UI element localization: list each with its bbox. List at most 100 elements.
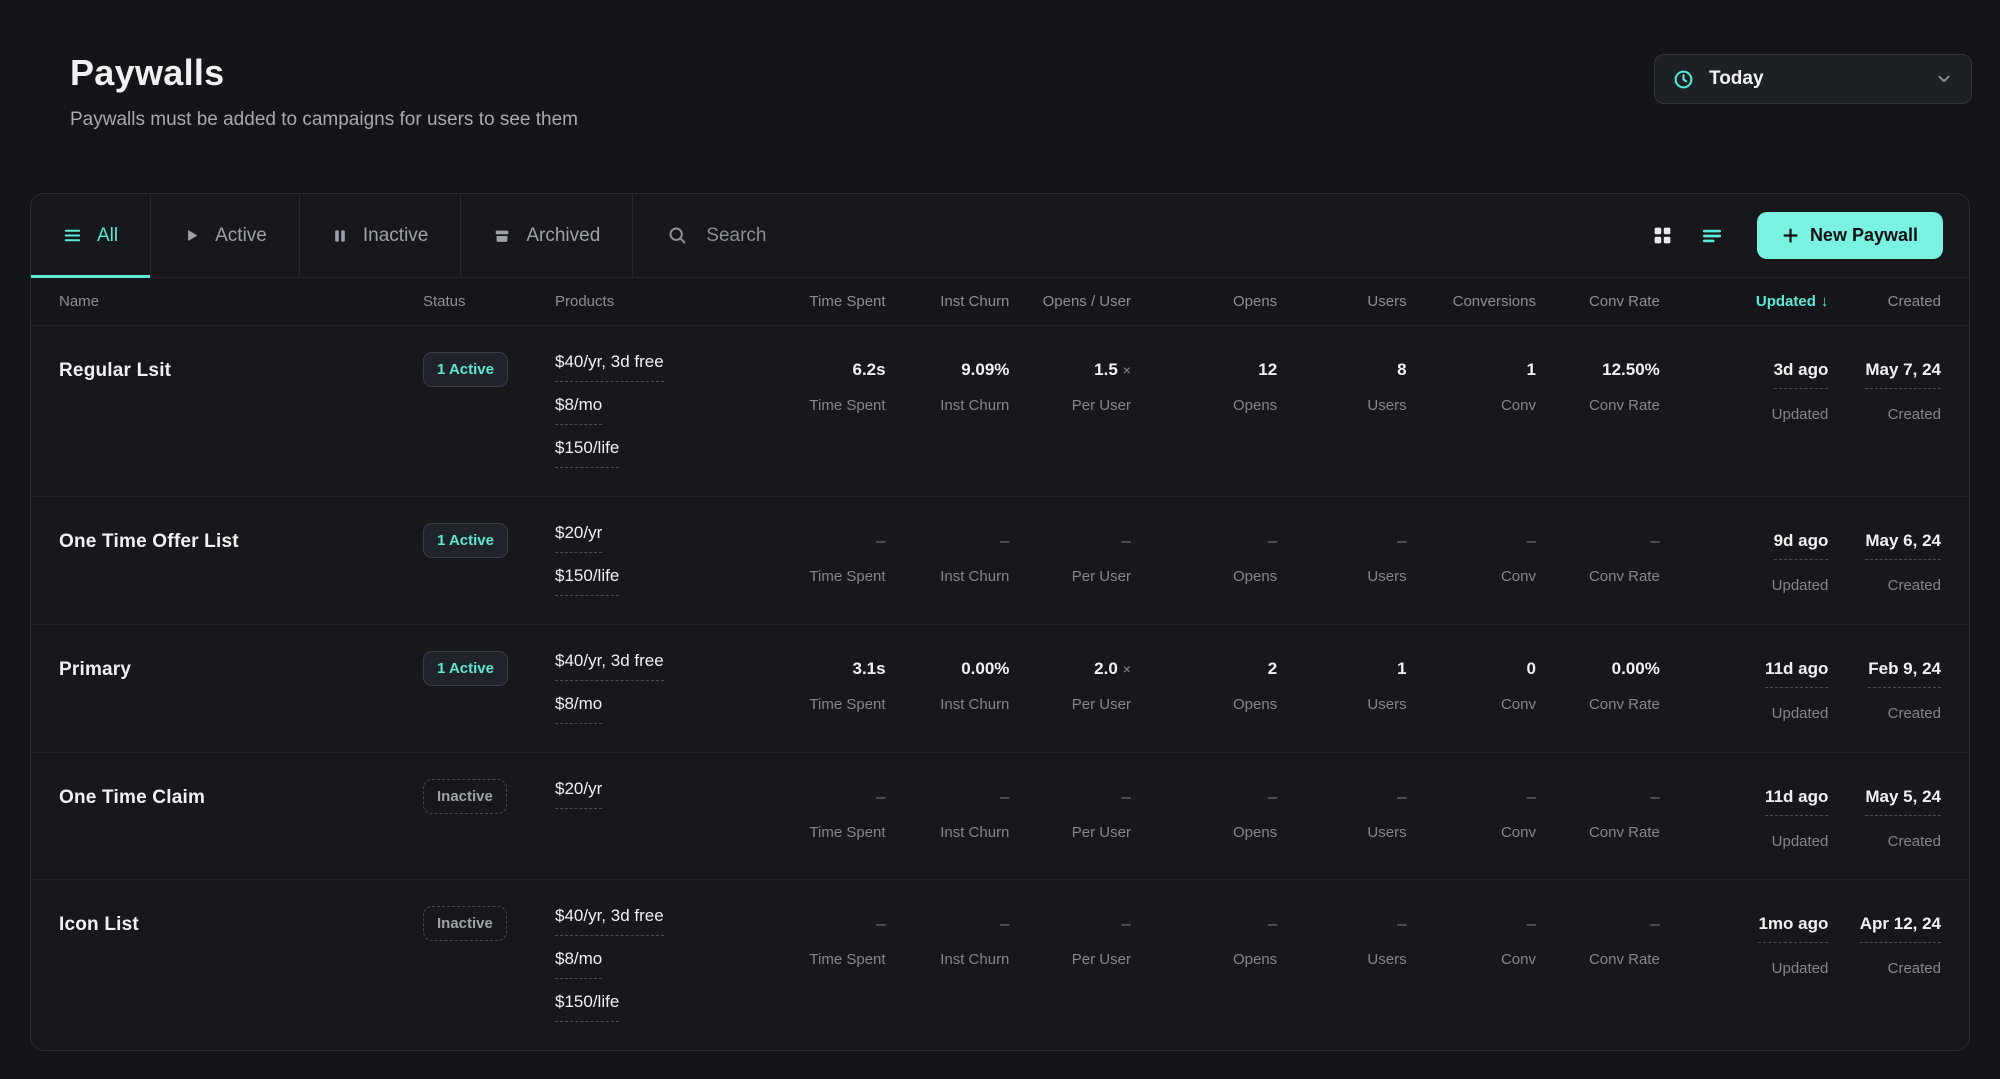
metric-conv_rate: 12.50%Conv Rate bbox=[1548, 352, 1660, 414]
tab-all[interactable]: All bbox=[31, 194, 151, 277]
clock-icon bbox=[1673, 69, 1694, 90]
product-price[interactable]: $8/mo bbox=[555, 395, 745, 425]
col-header-inst-churn[interactable]: Inst Churn bbox=[898, 293, 1010, 310]
created-value[interactable]: May 6, 24 bbox=[1865, 531, 1941, 560]
page-heading-block: Paywalls Paywalls must be added to campa… bbox=[70, 52, 578, 131]
product-price[interactable]: $150/life bbox=[555, 566, 745, 596]
metric-value: 1 bbox=[1289, 651, 1406, 679]
table-row[interactable]: One Time Offer List1 Active$20/yr$150/li… bbox=[31, 497, 1969, 625]
metric-value: – bbox=[1289, 523, 1406, 551]
product-price[interactable]: $150/life bbox=[555, 992, 745, 1022]
metric-label: Users bbox=[1289, 397, 1406, 414]
col-header-opens[interactable]: Opens bbox=[1143, 293, 1277, 310]
col-header-users[interactable]: Users bbox=[1289, 293, 1406, 310]
tab-archived[interactable]: Archived bbox=[461, 194, 633, 277]
updated-value[interactable]: 9d ago bbox=[1774, 531, 1829, 560]
metric-value: – bbox=[757, 523, 886, 551]
metric-time_spent: 3.1sTime Spent bbox=[757, 651, 886, 713]
tab-label: Archived bbox=[526, 225, 600, 247]
metric-per_user: –Per User bbox=[1021, 906, 1131, 968]
metric-updated: 9d agoUpdated bbox=[1672, 523, 1829, 594]
metric-per_user: –Per User bbox=[1021, 779, 1131, 841]
metric-created: May 6, 24 Created bbox=[1840, 523, 1941, 594]
created-value[interactable]: Apr 12, 24 bbox=[1860, 914, 1941, 943]
created-value[interactable]: May 7, 24 bbox=[1865, 360, 1941, 389]
tab-active[interactable]: Active bbox=[151, 194, 300, 277]
chevron-down-icon bbox=[1935, 70, 1953, 88]
col-header-updated[interactable]: Updated↓ bbox=[1672, 293, 1829, 310]
metric-created: Apr 12, 24 Created bbox=[1840, 906, 1941, 977]
metric-time_spent: –Time Spent bbox=[757, 523, 886, 585]
metric-conv: – Conv bbox=[1419, 523, 1536, 585]
updated-value[interactable]: 11d ago bbox=[1765, 787, 1828, 816]
date-filter-dropdown[interactable]: Today bbox=[1654, 54, 1972, 104]
product-price[interactable]: $8/mo bbox=[555, 694, 745, 724]
metric-inst_churn: –Inst Churn bbox=[898, 906, 1010, 968]
metric-inst_churn: –Inst Churn bbox=[898, 779, 1010, 841]
metric-value: 3.1s bbox=[757, 651, 886, 679]
col-header-conv-rate[interactable]: Conv Rate bbox=[1548, 293, 1660, 310]
col-header-status[interactable]: Status bbox=[423, 293, 543, 310]
metric-conv: 1Conv bbox=[1419, 352, 1536, 414]
product-price[interactable]: $40/yr, 3d free bbox=[555, 352, 745, 382]
col-header-name[interactable]: Name bbox=[59, 293, 411, 310]
metric-inst_churn: –Inst Churn bbox=[898, 523, 1010, 585]
metric-label: Per User bbox=[1021, 696, 1131, 713]
col-header-conversions[interactable]: Conversions bbox=[1419, 293, 1536, 310]
metric-users: –Users bbox=[1289, 523, 1406, 585]
metric-label: Created bbox=[1840, 705, 1941, 722]
table-row[interactable]: One Time ClaimInactive$20/yr–Time Spent–… bbox=[31, 753, 1969, 880]
metric-label: Created bbox=[1840, 960, 1941, 977]
status-badge: 1 Active bbox=[423, 523, 508, 558]
created-value[interactable]: Feb 9, 24 bbox=[1868, 659, 1941, 688]
table-row[interactable]: Icon ListInactive$40/yr, 3d free$8/mo$15… bbox=[31, 880, 1969, 1050]
metric-label: Per User bbox=[1021, 397, 1131, 414]
metric-users: 8Users bbox=[1289, 352, 1406, 414]
metric-users: –Users bbox=[1289, 906, 1406, 968]
metric-label: Time Spent bbox=[757, 951, 886, 968]
status-badge: Inactive bbox=[423, 906, 507, 941]
product-price[interactable]: $20/yr bbox=[555, 523, 745, 553]
product-price[interactable]: $40/yr, 3d free bbox=[555, 906, 745, 936]
metric-value: – bbox=[1419, 779, 1536, 807]
col-header-opens-user[interactable]: Opens / User bbox=[1021, 293, 1131, 310]
table-row[interactable]: Primary1 Active$40/yr, 3d free$8/mo3.1sT… bbox=[31, 625, 1969, 753]
metric-label: Updated bbox=[1672, 833, 1829, 850]
col-header-created[interactable]: Created bbox=[1840, 293, 1941, 310]
created-value[interactable]: May 5, 24 bbox=[1865, 787, 1941, 816]
metric-label: Inst Churn bbox=[898, 568, 1010, 585]
metric-label: Conv bbox=[1419, 568, 1536, 585]
metric-value: – bbox=[1548, 779, 1660, 807]
col-header-products[interactable]: Products bbox=[555, 293, 745, 310]
table-row[interactable]: Regular Lsit1 Active$40/yr, 3d free$8/mo… bbox=[31, 326, 1969, 497]
col-header-time-spent[interactable]: Time Spent bbox=[757, 293, 886, 310]
metric-value: – bbox=[1548, 906, 1660, 934]
product-price[interactable]: $20/yr bbox=[555, 779, 745, 809]
metric-value: – bbox=[1419, 523, 1536, 551]
metric-label: Conv Rate bbox=[1548, 568, 1660, 585]
play-icon bbox=[183, 227, 200, 244]
new-paywall-button[interactable]: New Paywall bbox=[1757, 212, 1943, 259]
metric-opens: –Opens bbox=[1143, 779, 1277, 841]
metric-per_user: 1.5×Per User bbox=[1021, 352, 1131, 414]
tab-inactive[interactable]: Inactive bbox=[300, 194, 461, 277]
metric-updated: 3d agoUpdated bbox=[1672, 352, 1829, 423]
metric-label: Per User bbox=[1021, 824, 1131, 841]
metric-label: Created bbox=[1840, 577, 1941, 594]
list-view-icon[interactable] bbox=[1701, 225, 1723, 247]
products-list: $40/yr, 3d free $8/mo $150/life bbox=[555, 352, 745, 468]
metric-conv: –Conv bbox=[1419, 779, 1536, 841]
product-price[interactable]: $40/yr, 3d free bbox=[555, 651, 745, 681]
updated-value[interactable]: 1mo ago bbox=[1758, 914, 1828, 943]
metric-label: Users bbox=[1289, 824, 1406, 841]
product-price[interactable]: $150/life bbox=[555, 438, 745, 468]
updated-value[interactable]: 3d ago bbox=[1774, 360, 1829, 389]
product-price[interactable]: $8/mo bbox=[555, 949, 745, 979]
metric-label: Opens bbox=[1143, 824, 1277, 841]
updated-value[interactable]: 11d ago bbox=[1765, 659, 1828, 688]
search-input[interactable] bbox=[706, 225, 1126, 247]
metric-value: – bbox=[1021, 523, 1131, 551]
metric-label: Created bbox=[1840, 833, 1941, 850]
grid-view-icon[interactable] bbox=[1652, 225, 1673, 246]
metric-conv: 0Conv bbox=[1419, 651, 1536, 713]
